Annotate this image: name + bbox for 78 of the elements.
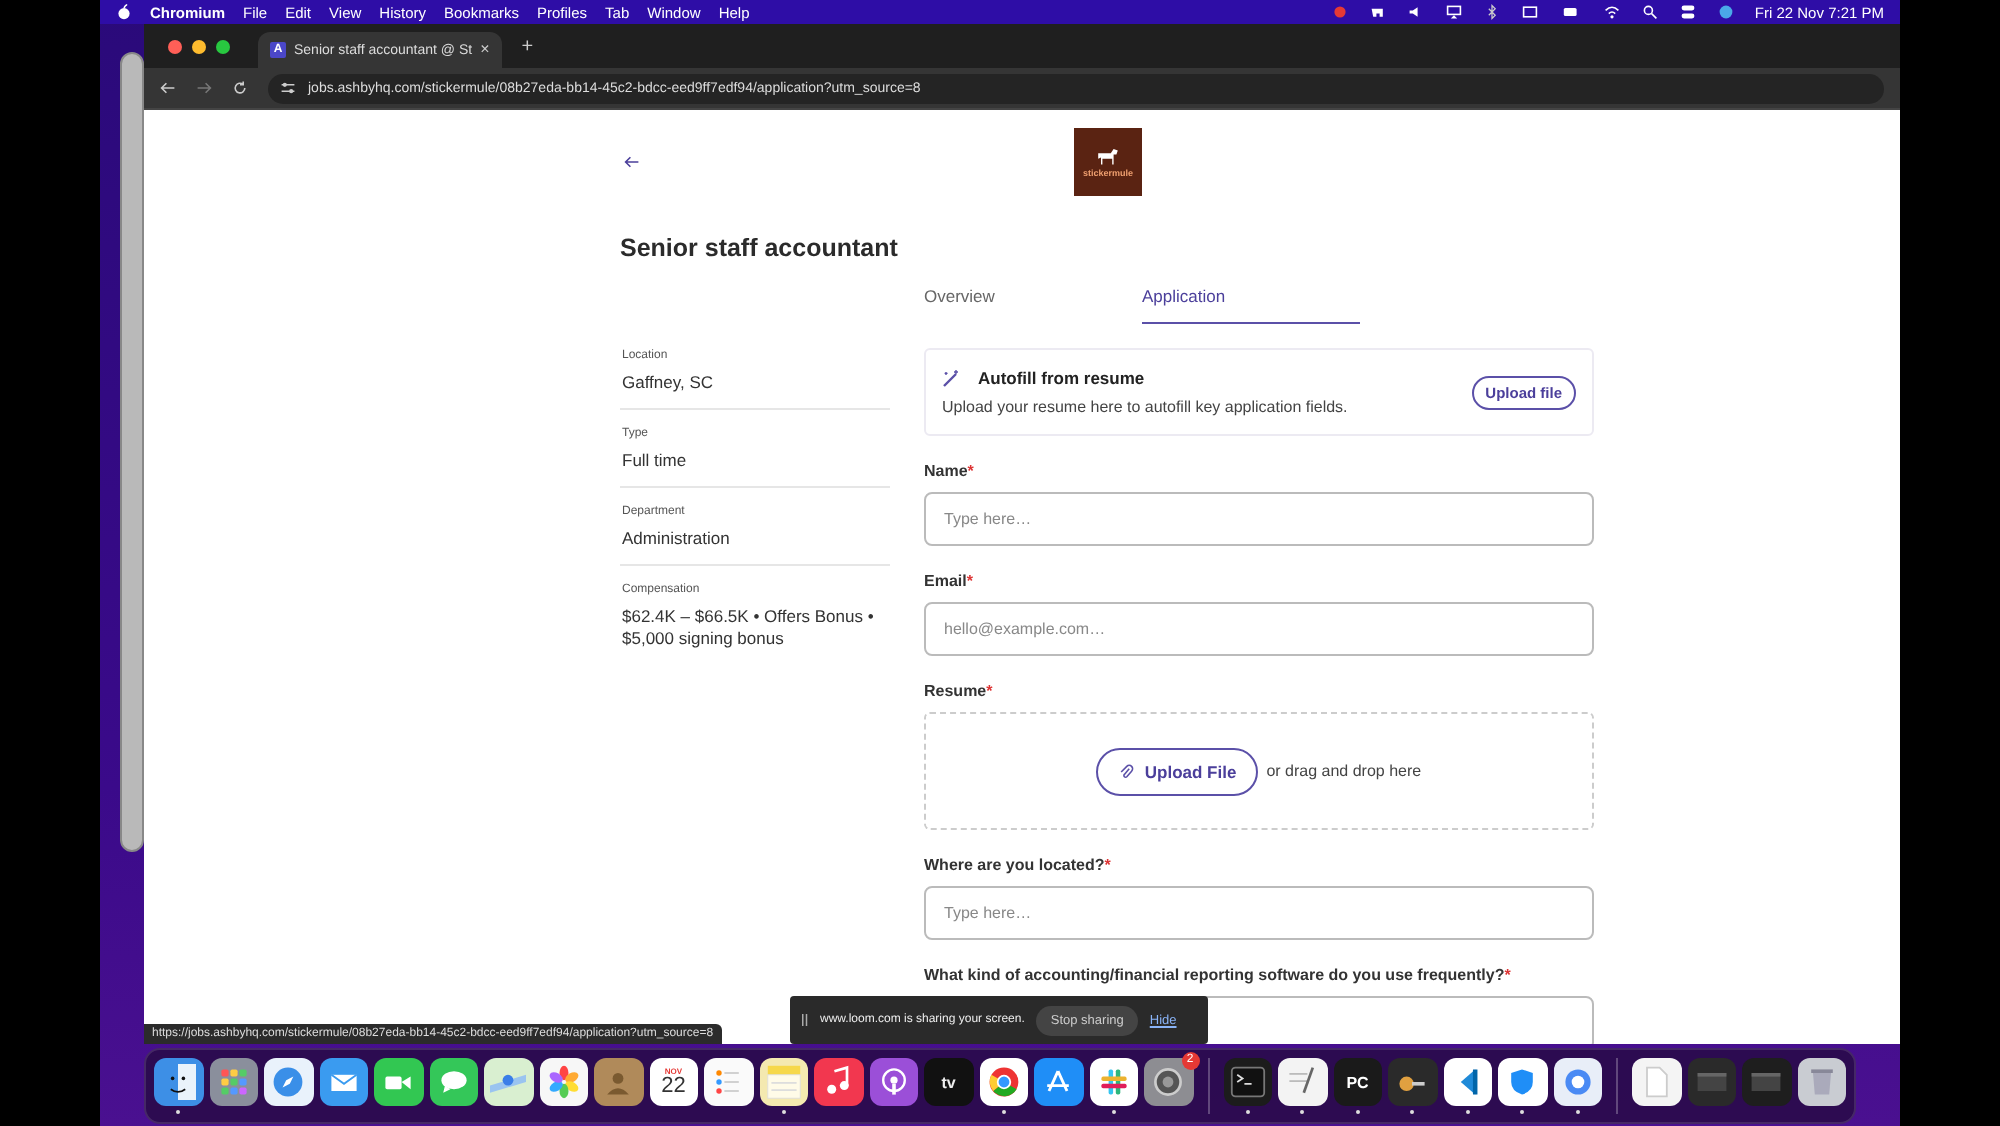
calendar-day: 22	[661, 1076, 686, 1098]
dock-app-icon[interactable]	[759, 1057, 808, 1107]
siri-icon[interactable]	[1716, 4, 1737, 20]
autofill-title: Autofill from resume	[978, 368, 1145, 388]
new-tab-button[interactable]: +	[521, 35, 534, 57]
tv-label: tv	[941, 1073, 956, 1091]
terminal-icon	[1229, 1064, 1266, 1100]
dock-app-icon[interactable]	[374, 1057, 423, 1107]
record-icon[interactable]	[1330, 4, 1351, 20]
horse-icon	[1094, 146, 1122, 166]
notepad-icon	[765, 1064, 802, 1100]
site-settings-icon[interactable]	[280, 80, 296, 96]
detail-value: Administration	[622, 528, 732, 550]
dock-app-icon[interactable]	[1144, 1057, 1193, 1107]
page-tab[interactable]: Overview	[924, 284, 1142, 324]
autofill-description: Upload your resume here to autofill key application fields.	[942, 398, 1350, 416]
dock-app-icon[interactable]	[154, 1057, 203, 1107]
apple-icon[interactable]	[116, 4, 132, 20]
field-label: Resume*	[924, 682, 995, 702]
field-label: What kind of accounting/financial reporting software do you use frequently?*	[924, 966, 1513, 986]
dock-app-icon[interactable]	[484, 1057, 533, 1107]
field-label: Where are you located?*	[924, 856, 1113, 876]
drag-handle-icon[interactable]	[802, 1014, 808, 1026]
field-label: Name*	[924, 462, 976, 482]
dock-app-icon[interactable]	[264, 1057, 313, 1107]
dock-app-icon[interactable]	[1498, 1057, 1547, 1107]
field-label: Email*	[924, 572, 975, 592]
dock-app-icon[interactable]	[209, 1057, 258, 1107]
display-icon[interactable]	[1444, 4, 1465, 20]
page-tab[interactable]: Application	[1142, 284, 1360, 324]
input-field[interactable]: hello@example.com…	[924, 602, 1594, 656]
chrome-ball-icon	[985, 1064, 1022, 1100]
detail-value: $62.4K – $66.5K • Offers Bonus • $5,000 signing bonus	[622, 606, 876, 650]
forward-arrow-icon[interactable]	[196, 80, 212, 96]
pc-label: PC	[1346, 1073, 1369, 1091]
dock-app-icon[interactable]	[539, 1057, 588, 1107]
dock-app-icon[interactable]	[429, 1057, 478, 1107]
compass-icon	[270, 1064, 307, 1100]
close-tab-button[interactable]: ×	[480, 42, 490, 58]
minimize-button[interactable]	[192, 39, 206, 53]
dock-app-icon[interactable]	[1089, 1057, 1138, 1107]
dock-app-icon[interactable]	[979, 1057, 1028, 1107]
dock-app-icon[interactable]	[1443, 1057, 1492, 1107]
detail-value: Gaffney, SC	[622, 372, 716, 394]
dock-app-icon[interactable]	[1632, 1057, 1681, 1107]
dock-app-icon[interactable]	[1797, 1057, 1846, 1107]
wifi-icon[interactable]	[1602, 4, 1623, 20]
dock-app-icon[interactable]	[1388, 1057, 1437, 1107]
paperclip-icon	[1118, 763, 1135, 779]
control-center-icon[interactable]	[1678, 4, 1699, 20]
dock-app-icon[interactable]	[1553, 1057, 1602, 1107]
input-field[interactable]: Type here…	[924, 886, 1594, 940]
input-field[interactable]: Type here…	[924, 492, 1594, 546]
job-title: Senior staff accountant	[620, 232, 900, 264]
close-window-button[interactable]	[168, 39, 182, 53]
search-icon[interactable]	[1640, 4, 1661, 20]
dock-app-icon[interactable]	[1034, 1057, 1083, 1107]
gear-icon	[1150, 1064, 1187, 1100]
flower-icon	[545, 1064, 582, 1100]
drop-hint: or drag and drop here	[1266, 762, 1422, 780]
dock-app-icon[interactable]	[1278, 1057, 1327, 1107]
dock-app-icon[interactable]: tv	[924, 1057, 973, 1107]
dock-app-icon[interactable]	[704, 1057, 753, 1107]
drop-zone[interactable]: Upload File or drag and drop here	[924, 712, 1594, 830]
dock-app-icon[interactable]: PC	[1333, 1057, 1382, 1107]
zoom-button[interactable]	[216, 39, 230, 53]
detail-value: Full time	[622, 450, 689, 472]
dock-app-icon[interactable]	[814, 1057, 863, 1107]
magic-wand-icon	[942, 368, 962, 388]
hash-icon	[1095, 1064, 1132, 1100]
upload-file-button[interactable]: Upload File	[1096, 747, 1259, 795]
keyboard-icon[interactable]	[1520, 4, 1541, 20]
reload-icon[interactable]	[232, 80, 248, 96]
grid-icon	[215, 1064, 252, 1100]
back-arrow-icon[interactable]	[624, 154, 640, 170]
dock-app-icon[interactable]	[869, 1057, 918, 1107]
ring-icon	[1559, 1064, 1596, 1100]
dock-app-icon[interactable]	[319, 1057, 368, 1107]
